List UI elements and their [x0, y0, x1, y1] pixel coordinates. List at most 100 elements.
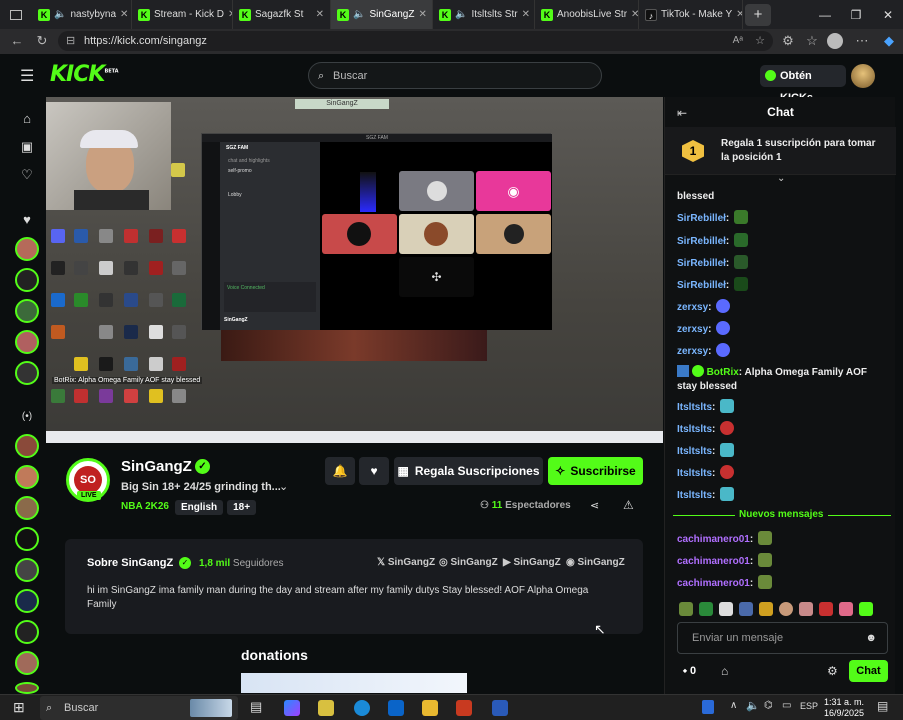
speaker-icon[interactable]: 🔈	[455, 9, 467, 20]
read-aloud-icon[interactable]: Aᵃ	[733, 31, 743, 51]
edge-icon[interactable]	[354, 700, 370, 716]
network-icon[interactable]: ⌬	[764, 700, 773, 711]
speaker-icon[interactable]: 🔈	[353, 9, 365, 20]
tab-3[interactable]: K 🔈 SinGangZ ✕	[331, 0, 433, 29]
channel-name[interactable]: SinGangZ	[121, 458, 192, 475]
reload-icon[interactable]: ↻	[33, 33, 51, 49]
emote[interactable]	[719, 602, 733, 616]
file-explorer-icon[interactable]	[422, 700, 438, 716]
taskbar-clock[interactable]: 1:31 a. m. 16/9/2025	[822, 697, 866, 719]
url-field[interactable]: ⊟ https://kick.com/singangz ☆ Aᵃ	[58, 31, 773, 51]
emote[interactable]	[759, 602, 773, 616]
emoji-icon[interactable]: ☻	[865, 623, 877, 653]
search-input[interactable]: ⌕ Buscar	[308, 62, 602, 89]
minimize-icon[interactable]: —	[810, 0, 840, 29]
social-instagram[interactable]: ◎ SinGangZ	[439, 557, 498, 568]
social-x[interactable]: 𝕏 SinGangZ	[377, 557, 435, 568]
settings-icon[interactable]: ⚙	[827, 664, 838, 678]
tab-actions-icon[interactable]	[0, 0, 32, 29]
language-indicator[interactable]: ESP	[800, 701, 818, 711]
copilot-icon[interactable]: ◆	[880, 33, 898, 49]
tray-chevron-icon[interactable]: ∧	[730, 700, 737, 711]
live-channel-avatar[interactable]	[15, 589, 39, 613]
subscribe-button[interactable]: ✧ Suscribirse	[548, 457, 643, 485]
live-channel-avatar[interactable]	[15, 620, 39, 644]
followed-channel-avatar[interactable]	[15, 237, 39, 261]
start-icon[interactable]: ⊞	[13, 699, 25, 716]
site-info-icon[interactable]: ⊟	[66, 31, 75, 51]
get-kicks-button[interactable]: Obtén KICKs	[760, 65, 846, 104]
collections-icon[interactable]: ☆	[803, 33, 821, 49]
kick-logo[interactable]: KICKBETA	[50, 62, 119, 87]
store-icon[interactable]: ⌂	[721, 664, 728, 678]
emote[interactable]	[819, 602, 833, 616]
follow-button[interactable]: ♥	[359, 457, 389, 485]
chat-input[interactable]: Enviar un mensaje ☻	[677, 622, 888, 654]
live-channel-avatar[interactable]	[15, 496, 39, 520]
channel-points[interactable]: ⬩ 0	[683, 665, 696, 678]
gift-subs-button[interactable]: ▦ Regala Suscripciones	[394, 457, 543, 485]
tab-1[interactable]: KStream - Kick D✕	[132, 0, 233, 29]
emote[interactable]	[859, 602, 873, 616]
menu-icon[interactable]: ☰	[20, 66, 34, 86]
following-icon[interactable]: ♡	[19, 167, 35, 183]
favorite-icon[interactable]: ☆	[755, 31, 765, 51]
back-icon[interactable]: ←	[8, 33, 26, 48]
followed-channel-avatar[interactable]	[15, 330, 39, 354]
outlook-icon[interactable]	[388, 700, 404, 716]
emote[interactable]	[679, 602, 693, 616]
send-chat-button[interactable]: Chat	[849, 660, 888, 682]
speaker-icon[interactable]: 🔈	[54, 9, 66, 20]
followed-channel-avatar[interactable]	[15, 299, 39, 323]
category-link[interactable]: NBA 2K26	[121, 501, 169, 512]
live-channel-avatar[interactable]	[15, 527, 39, 551]
tab-5[interactable]: K AnoobisLive Str ✕	[535, 0, 639, 29]
extensions-icon[interactable]: ⚙	[779, 33, 797, 49]
tray-app-icon[interactable]	[702, 700, 714, 714]
live-channel-avatar[interactable]	[15, 465, 39, 489]
live-channel-avatar[interactable]	[15, 558, 39, 582]
close-icon[interactable]: ✕	[418, 9, 426, 20]
emote[interactable]	[799, 602, 813, 616]
word-icon[interactable]	[492, 700, 508, 716]
battery-icon[interactable]: ▭	[782, 700, 791, 711]
tab-4[interactable]: K 🔈 Itsltslts Str ✕	[433, 0, 535, 29]
emote[interactable]	[839, 602, 853, 616]
notification-bell-button[interactable]: 🔔	[325, 457, 355, 485]
chevron-down-icon[interactable]: ⌄	[279, 480, 288, 493]
chat-promo[interactable]: 1 Regala 1 suscripción para tomar la pos…	[665, 127, 896, 175]
report-icon[interactable]: ⚠	[623, 498, 634, 512]
powerpoint-icon[interactable]	[456, 700, 472, 716]
social-discord[interactable]: ◉ SinGangZ	[566, 557, 625, 568]
user-avatar[interactable]	[851, 64, 875, 88]
video-player[interactable]: SinGangZ BotRix: Alpha Omega Family AOF …	[46, 97, 663, 443]
tab-6[interactable]: ♪TikTok - Make Y✕	[639, 0, 743, 29]
home-icon[interactable]: ⌂	[19, 111, 35, 126]
task-view-icon[interactable]: ▤	[250, 699, 262, 715]
new-tab-button[interactable]: +	[745, 3, 771, 26]
emote[interactable]	[779, 602, 793, 616]
restore-icon[interactable]: ❐	[841, 0, 871, 29]
live-channel-avatar[interactable]	[15, 682, 39, 694]
taskbar-search[interactable]: ⌕ Buscar	[40, 696, 238, 720]
tab-0[interactable]: K 🔈 nastybyna ✕	[32, 0, 132, 29]
emote[interactable]	[739, 602, 753, 616]
close-icon[interactable]: ✕	[736, 9, 742, 20]
social-youtube[interactable]: ▶ SinGangZ	[503, 557, 561, 568]
chevron-down-icon[interactable]: ⌄	[777, 173, 785, 184]
app-icon[interactable]	[318, 700, 334, 716]
tag[interactable]: 18+	[227, 500, 257, 515]
close-icon[interactable]: ✕	[316, 9, 324, 20]
live-channel-avatar[interactable]	[15, 434, 39, 458]
volume-icon[interactable]: 🔈	[746, 699, 760, 712]
tab-2[interactable]: K Sagazfk St ✕	[233, 0, 331, 29]
close-icon[interactable]: ✕	[631, 9, 638, 20]
close-window-icon[interactable]: ✕	[873, 0, 903, 29]
live-channel-avatar[interactable]	[15, 651, 39, 675]
profile-icon[interactable]	[827, 33, 843, 49]
emote[interactable]	[699, 602, 713, 616]
followed-channel-avatar[interactable]	[15, 268, 39, 292]
donation-panel-image[interactable]	[241, 673, 467, 693]
close-icon[interactable]: ✕	[522, 9, 530, 20]
more-icon[interactable]: ⋯	[853, 33, 871, 49]
